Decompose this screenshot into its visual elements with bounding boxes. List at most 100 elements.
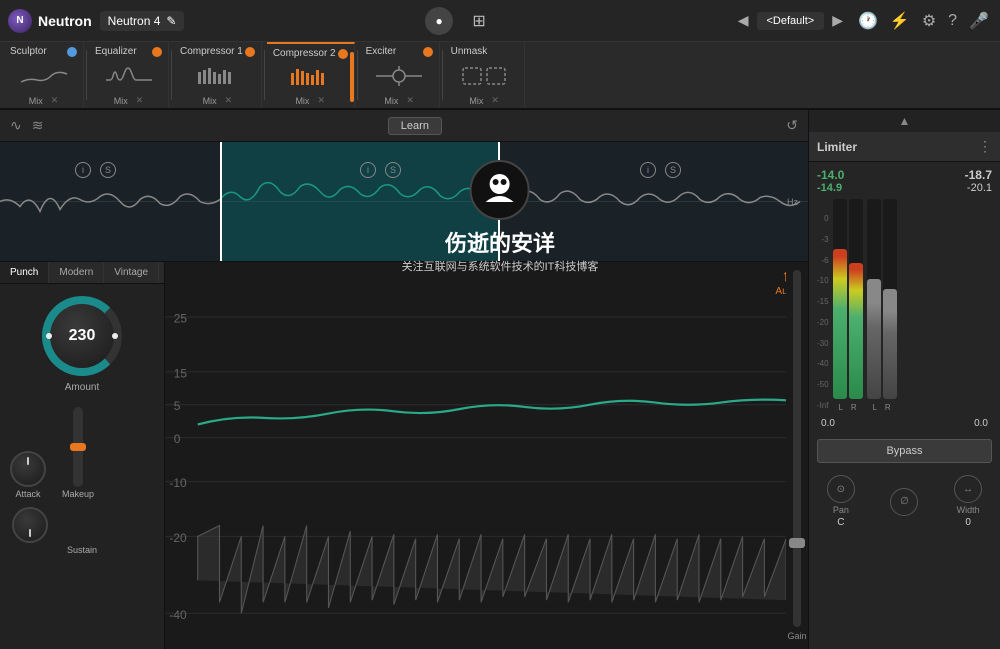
plugin-name-comp2: Compressor 2 [273,48,336,59]
pan-knob[interactable]: ⊙ [827,475,855,503]
s-badge-2[interactable]: S [385,162,401,178]
svg-text:15: 15 [174,366,188,380]
width-group: ↔ Width 0 [954,475,982,528]
null-knob[interactable]: ∅ [890,488,918,516]
width-knob[interactable]: ↔ [954,475,982,503]
attack-label: Attack [15,489,40,499]
lightning-button[interactable]: ⚡ [887,8,913,34]
collapse-icon[interactable]: ▲ [899,114,911,128]
svg-text:25: 25 [174,311,188,325]
hz-label: Hz [787,197,798,207]
meter-fill-r1 [849,263,863,399]
compressor-panel: Punch Modern Vintage 230 Amount [0,262,165,649]
unmask-close[interactable]: ✕ [491,95,499,106]
meters-area: 0 -3 -6 -10 -15 -20 -30 -40 -50 -Inf [809,196,1000,416]
mic-button[interactable]: 🎤 [966,8,992,34]
pan-width-row: ⊙ Pan C ∅ ↔ Width 0 [809,471,1000,532]
comp2-mix-label: Mix [295,96,309,106]
grid-button[interactable]: ⊞ [465,7,493,35]
plugin-slot-equalizer[interactable]: Equalizer Mix ✕ [89,42,169,108]
plugin-top-comp1: Compressor 1 [180,46,255,57]
separator-5 [442,50,443,100]
settings-button[interactable]: ⚙ [919,8,939,34]
bypass-button[interactable]: Bypass [817,439,992,463]
meter-bars-2 [867,199,897,399]
s-badge-3[interactable]: S [665,162,681,178]
pan-group: ⊙ Pan C [827,475,855,528]
meter-right-vals: -18.7 -20.1 [965,168,992,194]
comp2-close[interactable]: ✕ [317,95,325,106]
amount-knob[interactable]: 230 [42,296,122,376]
plugin-knob-comp2[interactable] [338,49,348,59]
meter-letter-r2: R [885,403,891,412]
plugin-slot-exciter[interactable]: Exciter Mix ✕ [360,42,440,108]
panel-menu-icon[interactable]: ⋮ [978,138,992,155]
comp1-svg [192,64,242,88]
exciter-svg [374,64,424,88]
refresh-icon[interactable]: ↺ [786,117,798,134]
left-panel: ∿ ≋ Learn ↺ i [0,110,808,649]
info-badge-2[interactable]: i [360,162,376,178]
plugin-visual-eq [95,62,162,90]
plugin-knob-sculptor[interactable] [67,47,77,57]
plugin-name-sculptor: Sculptor [10,46,65,57]
tab-modern[interactable]: Modern [49,262,104,283]
sculptor-close[interactable]: ✕ [51,95,59,106]
sculptor-mix-label: Mix [29,96,43,106]
mode-icon: ≋ [32,117,44,134]
scale-30: -30 [817,339,829,348]
knob-inner: 230 [50,304,114,368]
gain-slider[interactable] [793,270,801,627]
eq-mix-label: Mix [114,96,128,106]
exciter-close[interactable]: ✕ [406,95,414,106]
separator-1 [86,50,87,100]
plugin-visual-sculptor [10,62,77,90]
info-badge-3[interactable]: i [640,162,656,178]
makeup-slider[interactable] [73,407,83,487]
sustain-group: Sustain [0,507,164,555]
pan-label: Pan [833,505,849,515]
plugin-knob-comp1[interactable] [245,47,255,57]
plugin-knob-eq[interactable] [152,47,162,57]
visualization-button[interactable]: ● [425,7,453,35]
plugin-slot-comp1[interactable]: Compressor 1 Mix ✕ [174,42,262,108]
sustain-knob[interactable] [12,507,48,543]
learn-button[interactable]: Learn [388,117,442,135]
meter-fill-r2 [883,289,897,399]
attack-knob[interactable] [10,451,46,487]
graph-canvas: 25 15 5 0 -10 -20 -40 ↑ [165,262,808,649]
plugin-slot-sculptor[interactable]: Sculptor Mix ✕ [4,42,84,108]
plugin-top-comp2: Compressor 2 [273,48,348,59]
meter-val-l1: -14.0 [817,168,844,182]
history-button[interactable]: 🕐 [855,8,881,34]
plugin-slot-unmask[interactable]: Unmask Mix ✕ [445,42,525,108]
right-panel: ▲ Limiter ⋮ -14.0 -14.9 -18.7 -20.1 0 -3… [808,110,1000,649]
plugin-slot-comp2[interactable]: Compressor 2 Mix ✕ [267,42,355,108]
gain-thumb[interactable] [789,538,805,548]
punch-tabs: Punch Modern Vintage [0,262,164,284]
edit-icon[interactable]: ✎ [166,14,176,28]
info-badge-1[interactable]: i [75,162,91,178]
gain-slider-section: Gain [786,262,808,649]
meter-left-vals: -14.0 -14.9 [817,168,844,194]
meter-fill-l1 [833,249,847,399]
width-icon: ↔ [963,484,973,495]
plugin-visual-unmask [451,62,518,90]
scale-3: -3 [817,235,829,244]
plugin-knob-exciter[interactable] [423,47,433,57]
preset-bar[interactable]: Neutron 4 ✎ [100,11,185,31]
meter-bar-l1 [833,199,847,399]
nav-back-button[interactable]: ◀ [734,10,753,31]
comp1-close[interactable]: ✕ [225,95,233,106]
help-button[interactable]: ? [945,9,960,33]
waveform-icon: ∿ [10,117,22,134]
meter-bar-l2 [867,199,881,399]
plugin-name-comp1: Compressor 1 [180,46,243,57]
s-badge-1[interactable]: S [100,162,116,178]
eq-close[interactable]: ✕ [136,95,144,106]
tab-vintage[interactable]: Vintage [104,262,159,283]
tab-punch[interactable]: Punch [0,262,49,283]
meter-val-r1: -18.7 [965,168,992,182]
nav-forward-button[interactable]: ▶ [828,10,847,31]
separator-4 [357,50,358,100]
